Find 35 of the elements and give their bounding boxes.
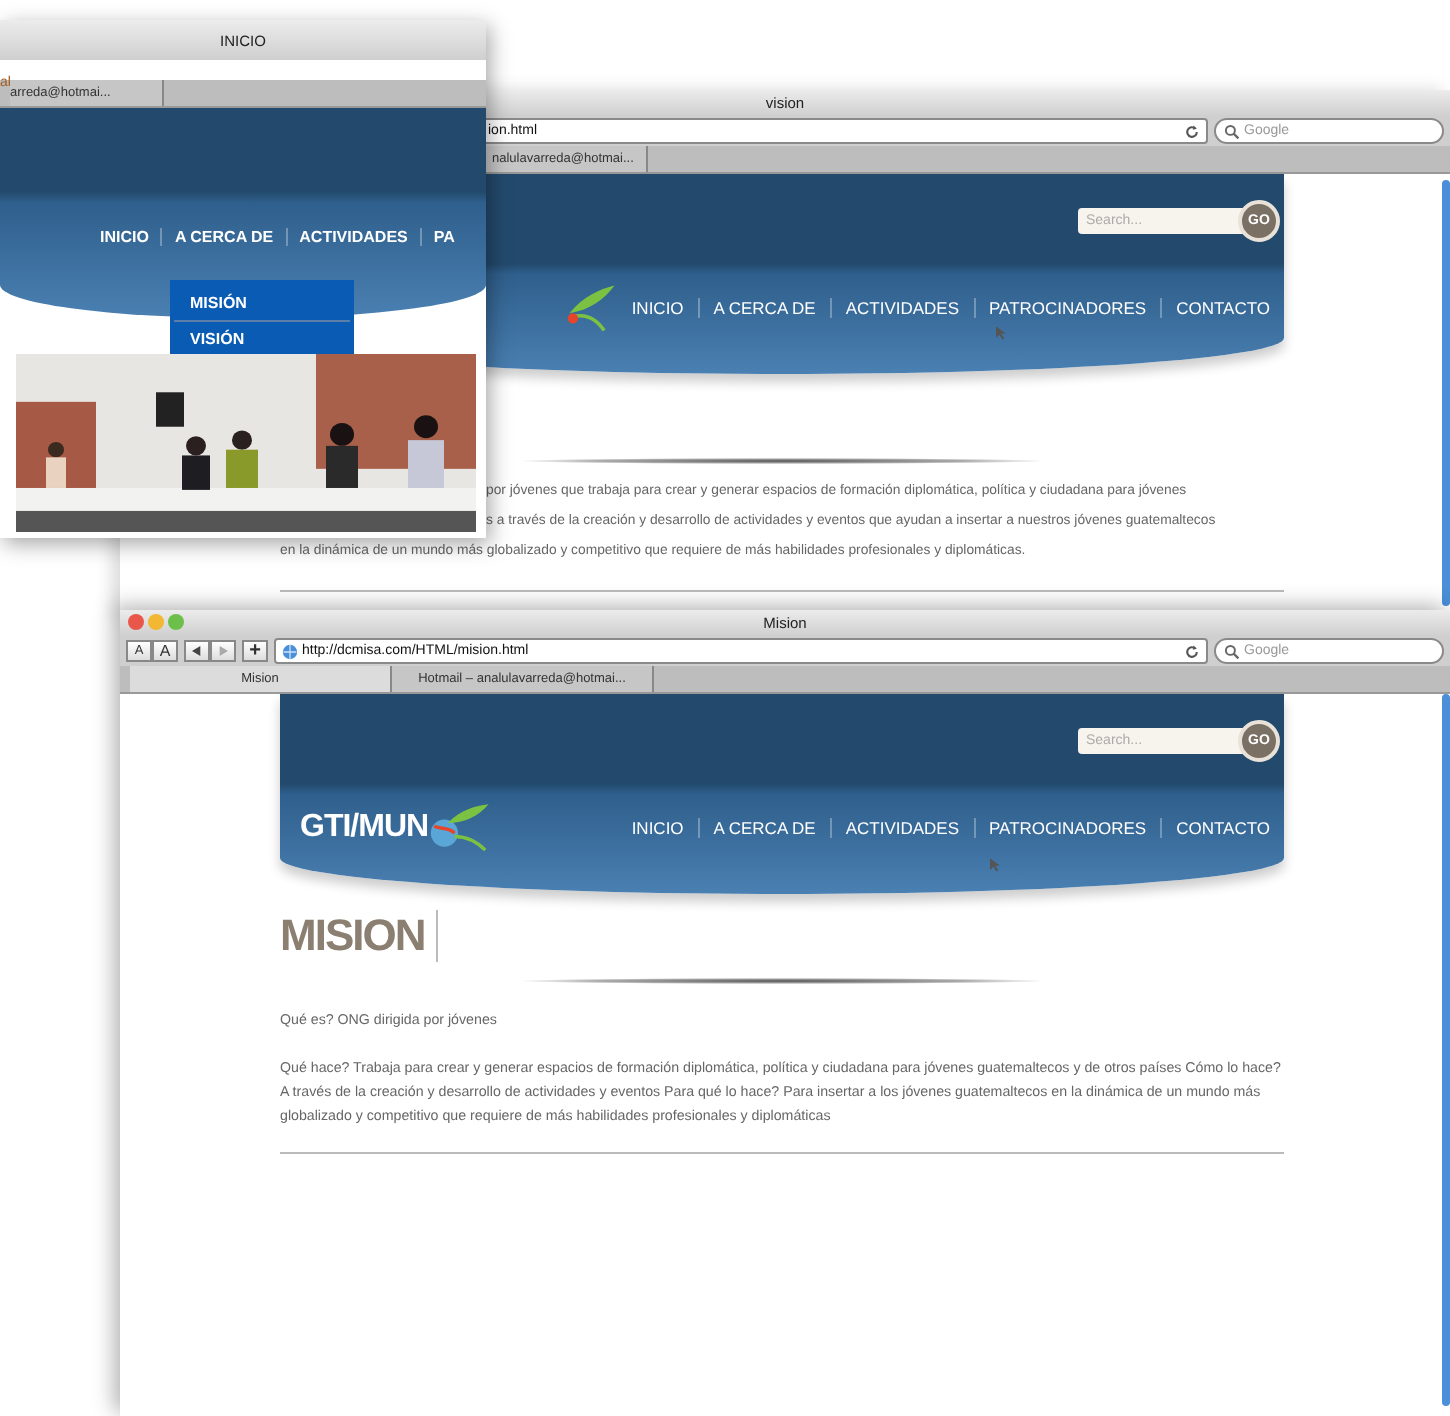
globe-icon <box>282 643 298 659</box>
search-icon <box>1224 123 1240 139</box>
site-logo[interactable]: GTI/MUN <box>300 810 429 846</box>
nav-link[interactable]: PATROCINADORES <box>973 298 1161 318</box>
menu-item[interactable]: MISIÓN <box>174 286 350 320</box>
cursor-icon <box>990 858 1000 872</box>
text-size-button[interactable]: A <box>152 640 178 662</box>
nav-link[interactable]: A CERCA DE <box>697 818 830 838</box>
add-bookmark-button[interactable]: + <box>242 640 268 662</box>
search-icon <box>1224 643 1240 659</box>
reload-icon[interactable] <box>1184 123 1200 139</box>
nav-link[interactable]: A CERCA DE <box>160 228 286 246</box>
nav-link[interactable]: INICIO <box>88 228 161 246</box>
nav-link[interactable]: INICIO <box>617 818 698 838</box>
scrollbar[interactable] <box>1442 694 1450 1406</box>
scrollbar[interactable] <box>1442 180 1450 606</box>
reload-icon[interactable] <box>1184 643 1200 659</box>
nav-link[interactable]: ACTIVIDADES <box>829 298 974 318</box>
right-triangle-icon <box>218 646 228 656</box>
nav-link[interactable]: ACTIVIDADES <box>829 818 974 838</box>
zoom-button[interactable] <box>168 614 184 630</box>
nav-link[interactable]: INICIO <box>617 298 698 318</box>
nav-link[interactable]: PA <box>419 228 467 246</box>
nav-link[interactable]: ACTIVIDADES <box>285 228 420 246</box>
page-heading: MISION <box>280 910 439 962</box>
back-button[interactable] <box>184 640 210 662</box>
nav-link[interactable]: PATROCINADORES <box>973 818 1161 838</box>
leaf-icon <box>565 282 618 334</box>
close-button[interactable] <box>128 614 144 630</box>
nav-link[interactable]: CONTACTO <box>1160 818 1284 838</box>
left-triangle-icon <box>192 646 202 656</box>
minimize-button[interactable] <box>148 614 164 630</box>
nav-link[interactable]: CONTACTO <box>1160 298 1284 318</box>
cursor-icon <box>996 326 1006 340</box>
nav-link[interactable]: A CERCA DE <box>697 298 830 318</box>
